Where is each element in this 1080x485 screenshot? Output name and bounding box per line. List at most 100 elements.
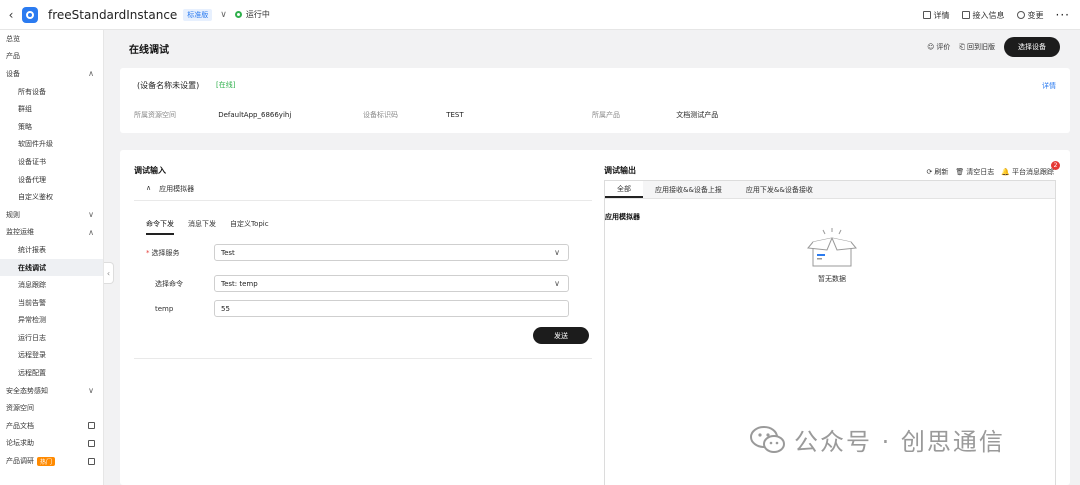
device-detail-link[interactable]: 详情 (1042, 81, 1056, 91)
app-logo-icon (22, 6, 38, 23)
sidebar-item[interactable]: 论坛求助 (0, 435, 103, 453)
instance-name: freeStandardInstance (48, 7, 178, 22)
service-label: * 选择服务 (146, 248, 180, 258)
sidebar-item-label: 自定义鉴权 (18, 193, 53, 202)
rate-link[interactable]: ☺ 评价 (927, 42, 950, 52)
tab-custom-topic[interactable]: 自定义Topic (230, 219, 269, 235)
sidebar-item[interactable]: 软固件升级 (0, 136, 103, 154)
required-mark: * (146, 249, 150, 257)
edition-badge: 标准版 (183, 8, 213, 21)
product-field: 所属产品 文档测试产品 (592, 110, 718, 120)
sidebar: 总览产品设备 ∧ 所有设备群组 策略 软固件升级 设备证书设备代理自定义鉴权规则 ∨ 监控运维… (0, 30, 104, 485)
sidebar-item-label: 异常检测 (18, 316, 46, 325)
page-header: 在线调试 ☺ 评价 ⎗ 回到旧版 选择设备 (114, 30, 1080, 66)
more-icon[interactable]: ··· (1056, 8, 1070, 22)
access-info-button[interactable]: 接入信息 (961, 10, 1005, 21)
simulator-toggle[interactable]: ∧ 应用模拟器 (146, 184, 194, 194)
tab-all[interactable]: 全部 (605, 181, 643, 198)
tab-app-send[interactable]: 应用下发&&设备接收 (734, 181, 825, 198)
sidebar-item[interactable]: 监控运维 ∧ (0, 224, 103, 242)
tab-command[interactable]: 命令下发 (146, 219, 174, 235)
sidebar-item[interactable]: 总览 (0, 30, 103, 48)
instance-switch-chevron-icon[interactable]: ∨ (220, 10, 227, 20)
sidebar-item[interactable]: 产品调研 热门 (0, 452, 103, 470)
field-value: 文档测试产品 (676, 111, 719, 119)
sidebar-item[interactable]: 资源空间 (0, 399, 103, 417)
sidebar-item-label: 消息跟踪 (18, 281, 46, 290)
send-button[interactable]: 发送 (533, 327, 589, 344)
device-name: (设备名称未设置) (137, 81, 200, 90)
sidebar-item-label: 运行日志 (18, 333, 46, 342)
sidebar-item[interactable]: 消息跟踪 (0, 276, 103, 294)
service-select[interactable]: Test ∨ (214, 244, 569, 261)
chevron-up-icon: ∧ (88, 227, 94, 237)
hot-badge: 热门 (37, 456, 56, 466)
details-button[interactable]: 详情 (922, 10, 950, 21)
chevron-up-icon: ∧ (146, 184, 152, 192)
refresh-icon: ⟳ (926, 168, 933, 176)
sidebar-item[interactable]: 规则 ∨ (0, 206, 103, 224)
chevron-down-icon: ∨ (554, 248, 560, 257)
platform-trace-button[interactable]: 🔔 平台消息跟踪 2 (1001, 161, 1060, 177)
sidebar-collapse-icon[interactable]: ‹ (104, 262, 114, 284)
command-select[interactable]: Test: temp ∨ (214, 275, 569, 292)
debug-output-title: 调试输出 (604, 166, 636, 175)
input-tabs: 命令下发 消息下发 自定义Topic (146, 219, 269, 235)
output-section-title: 应用模拟器 (605, 213, 640, 221)
sidebar-item-label: 统计报表 (18, 245, 46, 254)
sidebar-item[interactable]: 所有设备 (0, 83, 103, 101)
info-doc-icon (961, 11, 970, 19)
change-label: 变更 (1027, 10, 1044, 20)
sidebar-item[interactable]: 产品 (0, 48, 103, 66)
tab-message[interactable]: 消息下发 (188, 219, 216, 235)
refresh-button[interactable]: ⟳ 刷新 (927, 167, 949, 177)
wechat-logo-icon (750, 425, 785, 453)
sidebar-item[interactable]: 远程配置 (0, 364, 103, 382)
empty-text: 暂无数据 (818, 275, 846, 283)
external-link-icon (88, 439, 95, 447)
service-value: Test (221, 248, 235, 257)
watermark-text: 公众号 · 创思通信 (794, 428, 1005, 456)
sidebar-item-label: 所有设备 (18, 87, 46, 96)
sidebar-item[interactable]: 在线调试 (0, 258, 103, 277)
sidebar-item-label: 监控运维 (6, 228, 34, 237)
device-online-status: [在线] (216, 81, 236, 89)
sidebar-item-label: 产品文档 (6, 421, 34, 430)
sidebar-item[interactable]: 群组 (0, 100, 103, 118)
param-input[interactable]: 55 (214, 300, 569, 317)
external-link-icon (88, 422, 95, 430)
select-device-button[interactable]: 选择设备 (1004, 37, 1060, 57)
divider (134, 200, 592, 201)
sidebar-item[interactable]: 运行日志 (0, 329, 103, 347)
tab-app-receive[interactable]: 应用接收&&设备上报 (643, 181, 734, 198)
simulator-label: 应用模拟器 (159, 185, 195, 193)
sidebar-item[interactable]: 安全态势感知 ∨ (0, 382, 103, 400)
back-arrow-icon[interactable]: ‹ (2, 8, 20, 22)
sidebar-item-label: 规则 (6, 210, 20, 219)
sidebar-item[interactable]: 远程登录 (0, 347, 103, 365)
sidebar-item[interactable]: 统计报表 (0, 241, 103, 259)
empty-box-icon (807, 228, 857, 267)
resource-space-field: 所属资源空间 DefaultApp_6866yihj (134, 110, 291, 120)
back-old-label: 回到旧版 (967, 43, 995, 51)
back-to-old-link[interactable]: ⎗ 回到旧版 (959, 42, 995, 52)
sidebar-item[interactable]: 异常检测 (0, 312, 103, 330)
bell-icon: 🔔 (1001, 168, 1010, 176)
sidebar-item-label: 安全态势感知 (6, 386, 48, 395)
sidebar-item[interactable]: 策略 (0, 118, 103, 136)
chevron-down-icon: ∨ (88, 210, 94, 220)
sidebar-item-label: 设备代理 (18, 175, 46, 184)
access-info-label: 接入信息 (972, 10, 1005, 20)
sidebar-item[interactable]: 设备代理 (0, 171, 103, 189)
sidebar-item[interactable]: 设备证书 (0, 153, 103, 171)
sidebar-item[interactable]: 设备 ∧ (0, 65, 103, 83)
clear-log-button[interactable]: 🗑 清空日志 (955, 167, 994, 177)
change-button[interactable]: 变更 (1016, 10, 1044, 21)
field-value: DefaultApp_6866yihj (218, 111, 292, 119)
sidebar-item[interactable]: 产品文档 (0, 417, 103, 435)
sidebar-item[interactable]: 当前告警 (0, 294, 103, 312)
sidebar-item-label: 产品 (6, 52, 20, 61)
device-card: (设备名称未设置) [在线] 详情 所属资源空间 DefaultApp_6866… (120, 68, 1070, 133)
details-label: 详情 (933, 10, 950, 20)
sidebar-item[interactable]: 自定义鉴权 (0, 188, 103, 206)
